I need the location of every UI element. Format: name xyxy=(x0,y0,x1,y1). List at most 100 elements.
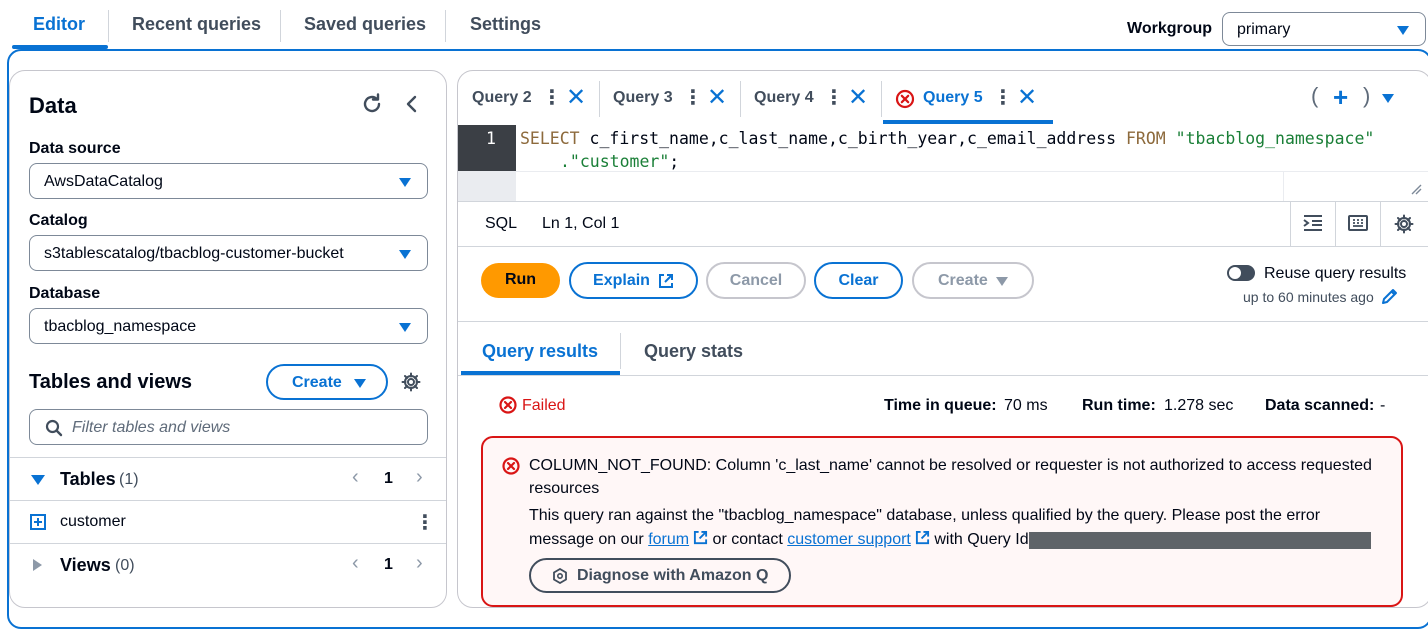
redacted-query-id xyxy=(1029,532,1371,549)
close-tab-icon[interactable]: ✕ xyxy=(707,83,727,112)
tables-views-title: Tables and views xyxy=(29,371,193,393)
time-in-queue-value: 70 ms xyxy=(1004,397,1048,414)
add-tab-icon[interactable]: + xyxy=(1333,82,1348,113)
query-tab-4[interactable]: Query 4 xyxy=(754,89,814,107)
sql-columns: c_first_name,c_last_name,c_birth_year,c_… xyxy=(579,129,1126,148)
time-in-queue-label: Time in queue: xyxy=(884,397,997,414)
error-icon xyxy=(502,457,520,475)
caret-down-icon xyxy=(1397,26,1409,35)
tables-page-number[interactable]: 1 xyxy=(384,470,393,488)
create-button[interactable]: Create xyxy=(912,262,1034,299)
explain-button[interactable]: Explain xyxy=(569,262,698,299)
prev-page-icon[interactable]: ‹ xyxy=(352,466,359,489)
close-tab-icon[interactable]: ✕ xyxy=(848,83,868,112)
line-number: 1 xyxy=(486,129,496,148)
catalog-value: s3tablescatalog/tbacblog-customer-bucket xyxy=(44,245,344,262)
caret-down-icon xyxy=(399,250,411,259)
database-label: Database xyxy=(29,285,101,302)
views-count: (0) xyxy=(115,557,135,574)
edit-pencil-icon[interactable] xyxy=(1381,287,1399,305)
data-source-label: Data source xyxy=(29,140,121,157)
error-message-line-2: resources xyxy=(529,480,600,497)
filter-placeholder: Filter tables and views xyxy=(72,419,231,436)
data-source-select[interactable]: AwsDataCatalog xyxy=(29,163,428,199)
data-panel: Data Data source AwsDataCatalog Catalog … xyxy=(9,70,447,608)
top-navigation: Editor Recent queries Saved queries Sett… xyxy=(0,0,1428,50)
query-panel: Query 2 ⋮ ✕ Query 3 ⋮ ✕ Query 4 ⋮ ✕ Quer… xyxy=(457,70,1428,608)
run-button[interactable]: Run xyxy=(481,263,560,298)
tab-divider xyxy=(445,10,446,42)
customer-support-link[interactable]: customer support xyxy=(787,531,911,548)
table-name[interactable]: customer xyxy=(60,513,126,531)
create-table-button[interactable]: Create xyxy=(266,364,388,400)
database-value: tbacblog_namespace xyxy=(44,318,197,335)
query-tab-5[interactable]: Query 5 xyxy=(923,89,983,107)
sql-space xyxy=(1166,129,1176,148)
create-button-label: Create xyxy=(938,272,988,289)
tables-section-header[interactable]: Tables (1) ‹ 1 › xyxy=(10,458,446,500)
table-row[interactable]: customer ⋮ xyxy=(10,501,446,543)
diagnose-amazon-q-button[interactable]: Diagnose with Amazon Q xyxy=(529,558,791,593)
active-tab-indicator xyxy=(883,120,1053,124)
tab-divider xyxy=(620,333,621,369)
workgroup-label: Workgroup xyxy=(1127,20,1213,37)
more-actions-icon[interactable]: ⋮ xyxy=(415,510,435,535)
failed-status-icon xyxy=(499,396,517,414)
divider xyxy=(516,171,1428,172)
tab-menu-icon[interactable]: ⋮ xyxy=(683,85,703,110)
tab-query-stats[interactable]: Query stats xyxy=(644,341,743,362)
editor-settings-gear-icon[interactable] xyxy=(1394,214,1414,234)
error-text: with Query Id: xyxy=(934,531,1034,548)
close-tab-icon[interactable]: ✕ xyxy=(1017,83,1037,112)
tab-settings[interactable]: Settings xyxy=(470,14,541,35)
divider xyxy=(1380,201,1381,246)
sql-string: "tbacblog_namespace" xyxy=(1175,129,1375,148)
cancel-button[interactable]: Cancel xyxy=(706,262,806,299)
search-icon xyxy=(45,419,63,437)
format-query-icon[interactable] xyxy=(1303,214,1323,232)
collapse-chevron-icon[interactable] xyxy=(404,95,420,113)
sql-editor[interactable]: 1 SELECT c_first_name,c_last_name,c_birt… xyxy=(458,125,1428,201)
forum-link[interactable]: forum xyxy=(648,531,689,548)
reuse-results-sublabel: up to 60 minutes ago xyxy=(1243,289,1374,305)
tab-editor[interactable]: Editor xyxy=(33,14,85,35)
error-message-line-4: message on our forum or contact customer… xyxy=(529,530,1033,549)
resize-handle-icon[interactable] xyxy=(1410,183,1422,195)
tabs-dropdown-icon[interactable] xyxy=(1382,94,1394,103)
tab-menu-icon[interactable]: ⋮ xyxy=(824,85,844,110)
query-tab-2[interactable]: Query 2 xyxy=(472,89,532,107)
tab-query-results[interactable]: Query results xyxy=(482,341,598,362)
tab-recent-queries[interactable]: Recent queries xyxy=(132,14,261,35)
expand-plus-icon[interactable] xyxy=(30,514,46,530)
refresh-icon[interactable] xyxy=(361,93,383,115)
data-panel-title: Data xyxy=(29,93,77,118)
next-page-icon[interactable]: › xyxy=(416,466,423,489)
diagnose-label: Diagnose with Amazon Q xyxy=(577,567,769,584)
tab-divider xyxy=(108,10,109,42)
keyboard-icon[interactable] xyxy=(1348,214,1368,232)
views-section-header[interactable]: Views (0) ‹ 1 › xyxy=(10,544,446,588)
error-alert: COLUMN_NOT_FOUND: Column 'c_last_name' c… xyxy=(481,436,1403,607)
toggle-knob xyxy=(1229,267,1241,279)
reuse-results-label: Reuse query results xyxy=(1264,265,1407,282)
sql-line-2: ."customer"; xyxy=(560,152,679,171)
error-status-icon xyxy=(895,89,915,109)
caret-down-icon xyxy=(996,277,1008,286)
tab-saved-queries[interactable]: Saved queries xyxy=(304,14,426,35)
prev-page-icon[interactable]: ‹ xyxy=(352,552,359,575)
reuse-results-toggle[interactable] xyxy=(1227,265,1255,281)
close-tab-icon[interactable]: ✕ xyxy=(566,83,586,112)
filter-tables-input[interactable]: Filter tables and views xyxy=(29,409,428,445)
catalog-select[interactable]: s3tablescatalog/tbacblog-customer-bucket xyxy=(29,235,428,271)
divider xyxy=(458,246,1428,247)
next-page-icon[interactable]: › xyxy=(416,552,423,575)
views-page-number[interactable]: 1 xyxy=(384,556,393,574)
tab-menu-icon[interactable]: ⋮ xyxy=(993,85,1013,110)
query-tab-3[interactable]: Query 3 xyxy=(613,89,673,107)
clear-button[interactable]: Clear xyxy=(814,262,903,299)
tab-menu-icon[interactable]: ⋮ xyxy=(542,85,562,110)
database-select[interactable]: tbacblog_namespace xyxy=(29,308,428,344)
gear-icon[interactable] xyxy=(401,372,421,392)
tables-label: Tables xyxy=(60,469,116,489)
workgroup-select[interactable]: primary xyxy=(1222,12,1426,46)
